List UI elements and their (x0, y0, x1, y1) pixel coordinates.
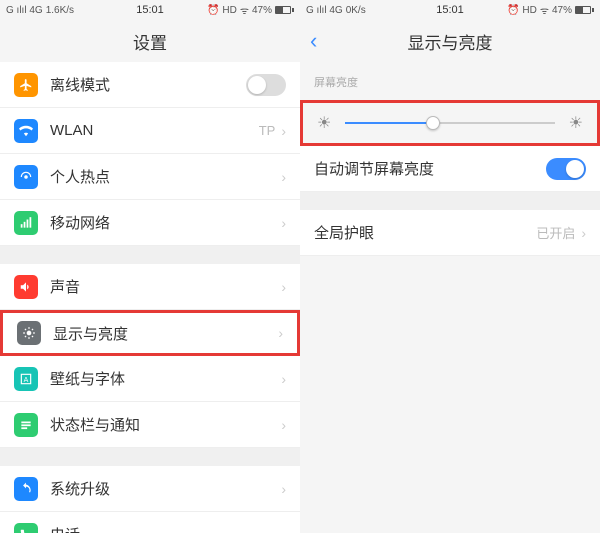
slider-fill (345, 122, 433, 124)
slider-thumb[interactable] (426, 116, 440, 130)
brightness-icon (17, 321, 41, 345)
settings-row-sound[interactable]: 声音› (0, 264, 300, 310)
settings-row-airplane[interactable]: 离线模式 (0, 62, 300, 108)
sun-low-icon: ☀ (317, 113, 331, 133)
alarm-icon: ⏰ (507, 5, 519, 16)
chevron-right-icon: › (281, 481, 286, 497)
hotspot-icon (14, 165, 38, 189)
row-label: 系统升级 (50, 478, 281, 499)
hd-indicator: HD (522, 5, 536, 16)
settings-row-brightness[interactable]: 显示与亮度› (0, 310, 300, 356)
battery-icon (575, 6, 594, 14)
auto-brightness-row[interactable]: 自动调节屏幕亮度 (300, 146, 600, 192)
notification-icon (14, 413, 38, 437)
settings-row-hotspot[interactable]: 个人热点› (0, 154, 300, 200)
battery-pct: 47% (552, 5, 572, 16)
chevron-right-icon: › (281, 371, 286, 387)
wifi-icon (14, 119, 38, 143)
chevron-right-icon: › (281, 527, 286, 533)
row-label: 个人热点 (50, 166, 281, 187)
speed-indicator: 0K/s (346, 5, 366, 16)
wifi-icon: ᯤ (540, 3, 549, 17)
settings-row-update[interactable]: 系统升级› (0, 466, 300, 512)
alarm-icon: ⏰ (207, 5, 219, 16)
phone-icon (14, 523, 38, 533)
eye-care-value: 已开启 (536, 223, 575, 242)
row-label: WLAN (50, 122, 259, 139)
settings-row-wifi[interactable]: WLANTP › (0, 108, 300, 154)
chevron-right-icon: › (281, 417, 286, 433)
row-label: 移动网络 (50, 212, 281, 233)
settings-row-wallpaper[interactable]: A 壁纸与字体› (0, 356, 300, 402)
eye-care-label: 全局护眼 (314, 222, 536, 243)
wallpaper-icon: A (14, 367, 38, 391)
cellular-icon (14, 211, 38, 235)
signal-indicator: G ılıl 4G (306, 5, 343, 16)
page-title-settings: 设置 (133, 29, 167, 54)
svg-text:A: A (24, 376, 29, 383)
brightness-slider[interactable] (345, 122, 554, 124)
status-time: 15:01 (436, 4, 464, 16)
chevron-right-icon: › (281, 169, 286, 185)
auto-brightness-toggle[interactable] (546, 158, 586, 180)
row-value: TP (259, 123, 276, 138)
wifi-icon: ᯤ (240, 3, 249, 17)
status-time: 15:01 (136, 4, 164, 16)
battery-icon (275, 6, 294, 14)
status-bar-right: G ılıl 4G 0K/s 15:01 ⏰ HD ᯤ 47% (300, 0, 600, 20)
airplane-icon (14, 73, 38, 97)
row-label: 离线模式 (50, 74, 246, 95)
settings-pane: G ılıl 4G 1.6K/s 15:01 ⏰ HD ᯤ 47% 设置 离线模… (0, 0, 300, 533)
hd-indicator: HD (222, 5, 236, 16)
row-label: 壁纸与字体 (50, 368, 281, 389)
brightness-section-label: 屏幕亮度 (300, 62, 600, 96)
chevron-right-icon: › (281, 215, 286, 231)
back-button[interactable]: ‹ (310, 28, 317, 54)
row-label: 显示与亮度 (53, 323, 278, 344)
signal-indicator: G ılıl 4G (6, 5, 43, 16)
speed-indicator: 1.6K/s (46, 5, 74, 16)
settings-row-cellular[interactable]: 移动网络› (0, 200, 300, 246)
battery-pct: 47% (252, 5, 272, 16)
settings-row-notification[interactable]: 状态栏与通知› (0, 402, 300, 448)
chevron-right-icon: › (281, 279, 286, 295)
display-brightness-pane: G ılıl 4G 0K/s 15:01 ⏰ HD ᯤ 47% ‹ 显示与亮度 … (300, 0, 600, 533)
update-icon (14, 477, 38, 501)
eye-care-row[interactable]: 全局护眼 已开启 › (300, 210, 600, 256)
nav-bar-right: ‹ 显示与亮度 (300, 20, 600, 62)
row-label: 声音 (50, 276, 281, 297)
chevron-right-icon: › (281, 123, 286, 139)
page-title-brightness: 显示与亮度 (408, 29, 493, 54)
chevron-right-icon: › (278, 325, 283, 341)
airplane-toggle[interactable] (246, 74, 286, 96)
auto-brightness-label: 自动调节屏幕亮度 (314, 158, 546, 179)
nav-bar-left: 设置 (0, 20, 300, 62)
sun-high-icon: ☀ (569, 113, 583, 133)
sound-icon (14, 275, 38, 299)
settings-row-phone[interactable]: 电话› (0, 512, 300, 533)
brightness-slider-container: ☀ ☀ (300, 100, 600, 146)
status-bar-left: G ılıl 4G 1.6K/s 15:01 ⏰ HD ᯤ 47% (0, 0, 300, 20)
row-label: 电话 (50, 524, 281, 533)
chevron-right-icon: › (581, 225, 586, 241)
row-label: 状态栏与通知 (50, 414, 281, 435)
